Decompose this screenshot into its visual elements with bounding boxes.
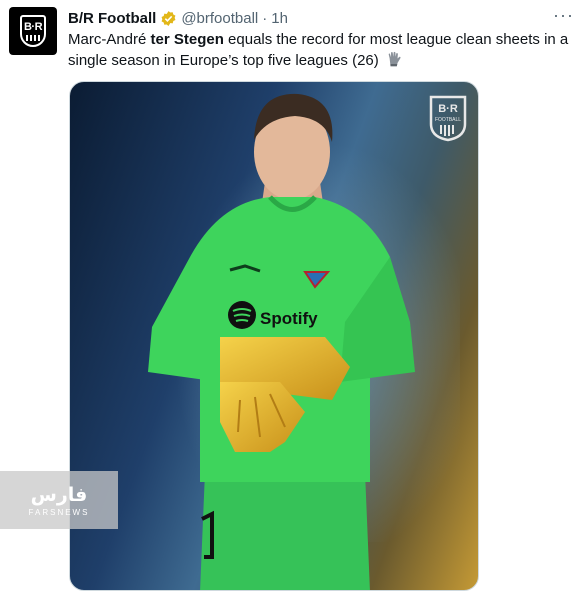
gloves-icon [388,51,401,67]
shorts [200,472,370,590]
sponsor-text: Spotify [260,309,318,328]
separator-dot: · [262,9,268,27]
watermark-arabic: فارس [30,483,88,506]
tweet-image[interactable]: B·R FOOTBALL Spotify [69,81,479,591]
br-logo-icon: B·R [20,15,46,47]
farsnews-watermark: فارس FARSNEWS [0,471,118,529]
timestamp[interactable]: 1h [271,10,288,27]
watermark-latin: FARSNEWS [28,507,90,517]
tweet-header: B/R Football @brfootball · 1h [68,8,566,28]
tweet-text-bold: ter Stegen [150,31,224,48]
br-football-logo: B·R FOOTBALL [429,95,467,142]
verified-badge-icon [161,10,176,26]
profile-avatar[interactable]: B·R [9,7,57,55]
logo-text: B·R [438,103,458,115]
tweet-text-part: Marc-André [68,31,151,48]
author-name[interactable]: B/R Football [68,10,156,27]
player-illustration [148,93,460,590]
logo-subtext: FOOTBALL [435,117,461,123]
author-handle[interactable]: @brfootball [181,10,258,27]
more-horizontal-icon[interactable]: ··· [553,6,574,24]
spotify-sponsor: Spotify [260,309,318,328]
tweet-text: Marc-André ter Stegen equals the record … [68,29,573,71]
